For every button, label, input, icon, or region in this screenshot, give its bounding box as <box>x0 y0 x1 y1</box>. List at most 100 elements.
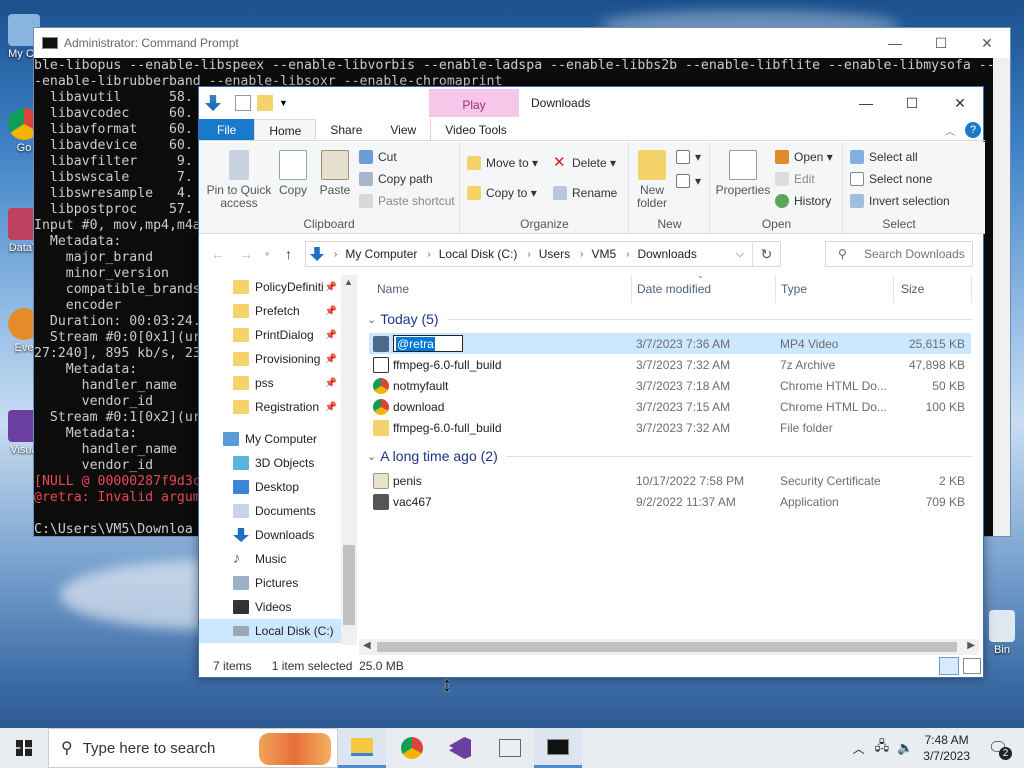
group-header-long-time-ago[interactable]: ⌄ A long time ago (2) <box>367 448 973 464</box>
nav-item-desktop[interactable]: Desktop <box>199 475 341 499</box>
collapse-ribbon-icon[interactable]: ︿ <box>945 123 955 138</box>
up-arrow-icon[interactable]: ↑ <box>285 246 292 262</box>
search-box[interactable]: ⚲ Search Downloads <box>825 241 973 267</box>
file-row[interactable]: ffmpeg-6.0-full_build 3/7/2023 7:32 AM 7… <box>369 354 971 375</box>
nav-item-pictures[interactable]: Pictures <box>199 571 341 595</box>
back-arrow-icon[interactable]: ← <box>211 246 225 262</box>
clock[interactable]: 7:48 AM 3/7/2023 <box>923 732 970 764</box>
select-none-button[interactable]: Select none <box>850 172 932 186</box>
column-separator[interactable] <box>775 275 776 303</box>
file-explorer-window[interactable]: ▼ Play Downloads — ☐ ✕ File Home Share V… <box>198 86 985 678</box>
breadcrumb-local-disk[interactable]: Local Disk (C:) <box>439 247 518 261</box>
column-header-name[interactable]: Name <box>377 275 409 303</box>
cmd-titlebar[interactable]: Administrator: Command Prompt — ☐ ✕ <box>34 28 1010 58</box>
scroll-up-icon[interactable]: ▲ <box>344 277 353 287</box>
close-icon[interactable]: ✕ <box>964 35 1010 52</box>
taskbar-chrome[interactable] <box>388 728 436 768</box>
scroll-right-icon[interactable]: ▶ <box>967 640 975 651</box>
file-row[interactable]: ffmpeg-6.0-full_build 3/7/2023 7:32 AM F… <box>369 417 971 438</box>
large-icons-view-icon[interactable] <box>963 658 981 674</box>
taskbar-visual-studio[interactable] <box>436 728 484 768</box>
cmd-scrollbar[interactable] <box>993 58 1010 536</box>
column-separator[interactable] <box>893 275 894 303</box>
taskbar-task-manager[interactable] <box>486 728 534 768</box>
column-separator[interactable] <box>971 275 972 303</box>
open-button[interactable]: Open ▾ <box>775 150 833 164</box>
breadcrumb-downloads[interactable]: Downloads <box>637 247 696 261</box>
edit-button[interactable]: Edit <box>775 172 815 186</box>
maximize-icon[interactable]: ☐ <box>889 91 935 115</box>
file-row[interactable]: notmyfault 3/7/2023 7:18 AM Chrome HTML … <box>369 375 971 396</box>
tab-file[interactable]: File <box>199 119 255 140</box>
taskbar-command-prompt[interactable] <box>534 728 582 768</box>
recent-dropdown-icon[interactable]: ▾ <box>265 249 270 260</box>
rename-button[interactable]: Rename <box>553 186 617 200</box>
address-bar[interactable]: › My Computer › Local Disk (C:) › Users … <box>305 241 781 267</box>
help-icon[interactable]: ? <box>965 122 981 138</box>
tab-view[interactable]: View <box>376 119 430 140</box>
copy-to-button[interactable]: Copy to ▾ <box>467 186 537 200</box>
nav-item-documents[interactable]: Documents <box>199 499 341 523</box>
breadcrumb-users[interactable]: Users <box>539 247 570 261</box>
cut-button[interactable]: Cut <box>359 150 397 164</box>
horizontal-scroll-thumb[interactable] <box>377 642 957 652</box>
properties-button[interactable]: Properties <box>715 150 771 197</box>
file-row[interactable]: vac467 9/2/2022 11:37 AM Application 709… <box>369 491 971 512</box>
easy-access-button[interactable]: ▾ <box>676 174 701 188</box>
rename-textbox[interactable]: @retra <box>393 335 629 352</box>
scroll-left-icon[interactable]: ◀ <box>363 640 371 651</box>
move-to-button[interactable]: Move to ▾ <box>467 156 538 170</box>
nav-item-registration[interactable]: Registration 📌 <box>199 395 341 419</box>
nav-item-pss[interactable]: pss 📌 <box>199 371 341 395</box>
pin-quick-access-button[interactable]: Pin to Quick access <box>205 150 273 210</box>
notification-center-button[interactable]: 🗨 2 <box>988 738 1012 760</box>
column-header-type[interactable]: Type <box>781 275 807 303</box>
nav-item-videos[interactable]: Videos <box>199 595 341 619</box>
customize-dropdown-icon[interactable]: ▼ <box>279 98 288 108</box>
paste-shortcut-button[interactable]: Paste shortcut <box>359 194 455 208</box>
tab-video-tools[interactable]: Video Tools <box>430 119 521 140</box>
nav-item-provisioning[interactable]: Provisioning 📌 <box>199 347 341 371</box>
breadcrumb-separator[interactable]: › <box>580 249 583 260</box>
delete-button[interactable]: ✕ Delete ▾ <box>553 155 616 170</box>
close-icon[interactable]: ✕ <box>937 91 983 115</box>
tab-share[interactable]: Share <box>316 119 376 140</box>
column-header-size[interactable]: Size <box>901 275 924 303</box>
copy-path-button[interactable]: Copy path <box>359 172 433 186</box>
new-folder-quick-icon[interactable] <box>257 95 273 111</box>
file-row[interactable]: @retra 3/7/2023 7:36 AM MP4 Video 25,615… <box>369 333 971 354</box>
nav-item-prefetch[interactable]: Prefetch 📌 <box>199 299 341 323</box>
nav-item-local-disk[interactable]: Local Disk (C:) <box>199 619 341 643</box>
details-view-icon[interactable] <box>939 657 959 675</box>
start-button[interactable] <box>0 728 48 768</box>
tab-home[interactable]: Home <box>254 119 317 140</box>
breadcrumb-separator[interactable]: › <box>427 249 430 260</box>
forward-arrow-icon[interactable]: → <box>239 246 253 262</box>
breadcrumb-separator[interactable]: › <box>626 249 629 260</box>
minimize-icon[interactable]: — <box>872 35 918 51</box>
history-button[interactable]: History <box>775 194 831 208</box>
invert-selection-button[interactable]: Invert selection <box>850 194 950 208</box>
properties-quick-icon[interactable] <box>235 95 251 111</box>
breadcrumb-my-computer[interactable]: My Computer <box>345 247 417 261</box>
network-icon[interactable]: 🖧 <box>875 737 890 759</box>
nav-item-downloads[interactable]: Downloads <box>199 523 341 547</box>
nav-scroll-thumb[interactable] <box>343 545 355 625</box>
volume-icon[interactable]: 🔈 <box>897 740 913 756</box>
taskbar-search[interactable]: ⚲ Type here to search <box>48 728 338 768</box>
new-item-button[interactable]: ▾ <box>676 150 701 164</box>
address-dropdown-icon[interactable]: ⌵ <box>736 248 744 261</box>
copy-button[interactable]: Copy <box>275 150 311 197</box>
nav-scrollbar[interactable]: ▲ <box>341 275 357 645</box>
column-separator[interactable] <box>631 275 632 303</box>
nav-item-my-computer[interactable]: My Computer <box>199 427 341 451</box>
refresh-icon[interactable]: ↻ <box>752 242 780 266</box>
paste-button[interactable]: Paste <box>317 150 353 197</box>
file-row[interactable]: download 3/7/2023 7:15 AM Chrome HTML Do… <box>369 396 971 417</box>
group-header-today[interactable]: ⌄ Today (5) <box>367 311 973 327</box>
new-folder-button[interactable]: New folder <box>634 150 670 210</box>
nav-item-music[interactable]: ♪ Music <box>199 547 341 571</box>
explorer-arrow-icon[interactable] <box>205 95 221 111</box>
taskbar-file-explorer[interactable] <box>338 728 386 768</box>
horizontal-scrollbar[interactable]: ◀ ▶ <box>359 639 979 655</box>
